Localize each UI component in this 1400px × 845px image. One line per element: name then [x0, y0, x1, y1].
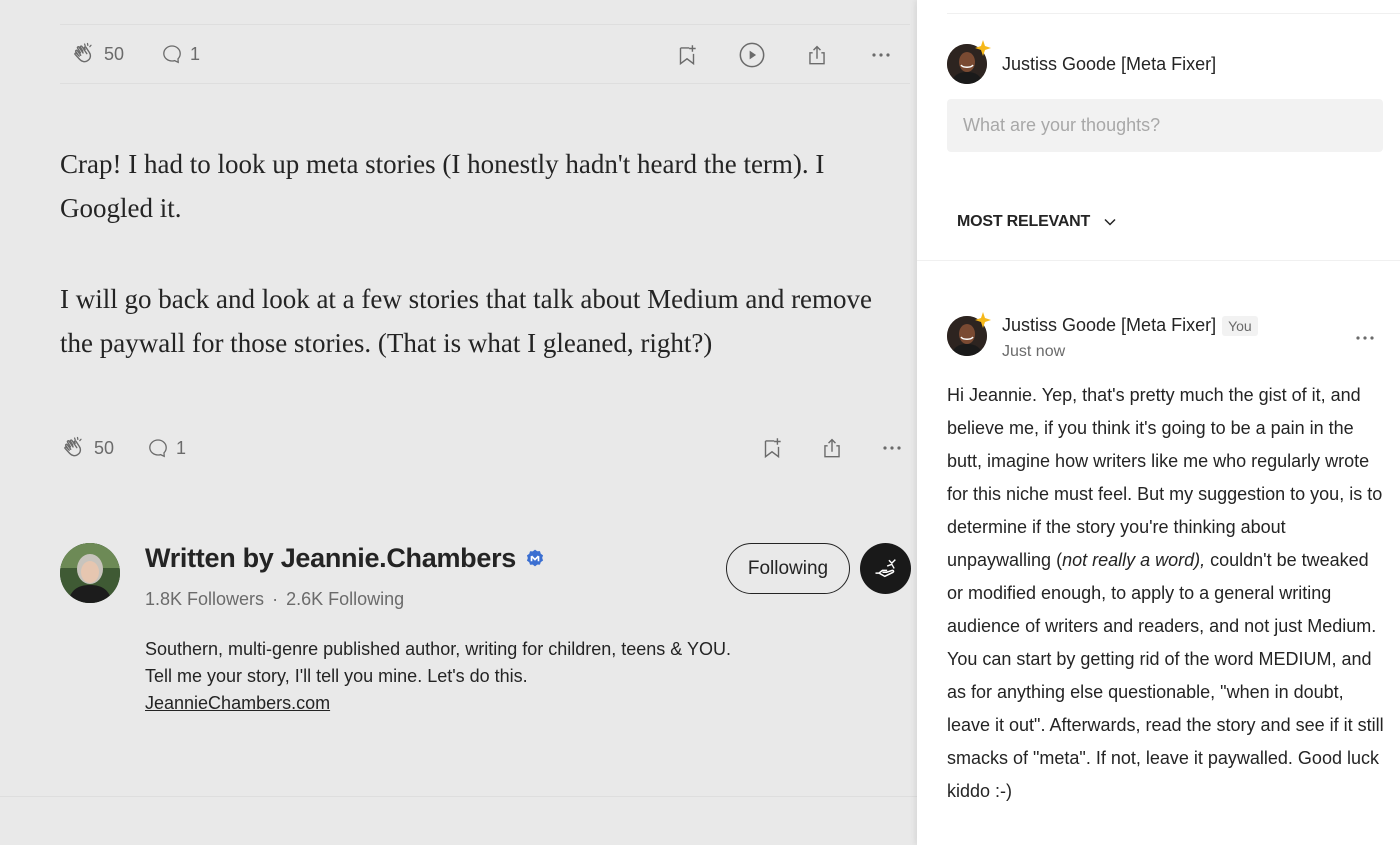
- responses-button[interactable]: 1: [160, 42, 200, 66]
- author-name[interactable]: Written by Jeannie.Chambers: [145, 543, 546, 574]
- article-paragraph: I will go back and look at a few stories…: [60, 284, 873, 358]
- chevron-down-icon: [1104, 218, 1116, 226]
- clap-button[interactable]: 50: [60, 434, 114, 462]
- top-action-bar: 50 1: [70, 40, 200, 68]
- response-count: 1: [176, 437, 187, 458]
- comment-icon: [149, 439, 167, 458]
- comment-author: Justiss Goode [Meta Fixer] You: [1002, 315, 1258, 337]
- clap-icon: [74, 42, 92, 63]
- comment-text-part: Hi Jeannie. Yep, that's pretty much the …: [947, 385, 1383, 570]
- bookmark-add-icon: [764, 438, 781, 459]
- sort-dropdown[interactable]: MOST RELEVANT: [957, 213, 1118, 231]
- comment-text-part: couldn't be tweaked or modified enough, …: [947, 550, 1384, 801]
- bookmark-add-icon: [679, 45, 696, 66]
- bookmark-button[interactable]: [672, 40, 702, 70]
- more-button[interactable]: [877, 433, 907, 463]
- clap-count: 50: [94, 437, 115, 458]
- share-icon: [809, 45, 825, 65]
- sparkle-icon: [975, 312, 991, 328]
- divider: [947, 13, 1400, 14]
- bookmark-button[interactable]: [757, 433, 787, 463]
- author-website-link[interactable]: JeannieChambers.com: [145, 693, 330, 713]
- comment-author-name[interactable]: Justiss Goode [Meta Fixer]: [1002, 315, 1216, 335]
- comment-body: Hi Jeannie. Yep, that's pretty much the …: [947, 379, 1387, 808]
- share-button[interactable]: [802, 40, 832, 70]
- you-badge: You: [1222, 316, 1258, 337]
- play-icon: [739, 42, 765, 68]
- comment-timestamp: Just now: [1002, 343, 1066, 360]
- user-avatar[interactable]: [947, 40, 991, 84]
- clap-count: 50: [104, 43, 125, 64]
- following-button[interactable]: Following: [726, 543, 850, 594]
- clap-button[interactable]: 50: [70, 40, 124, 68]
- listen-button[interactable]: [737, 40, 767, 70]
- response-input[interactable]: [947, 99, 1383, 152]
- share-icon: [824, 438, 840, 458]
- tip-button[interactable]: [860, 543, 911, 594]
- share-button[interactable]: [817, 433, 847, 463]
- stats-separator: ·: [272, 589, 279, 609]
- followers-count[interactable]: 1.8K Followers: [145, 589, 264, 610]
- author-name-text[interactable]: Written by Jeannie.Chambers: [145, 543, 516, 574]
- following-count[interactable]: 2.6K Following: [286, 589, 404, 610]
- article-pane: 50 1 Crap! I had to look up meta stories…: [0, 0, 917, 845]
- bottom-action-bar: 50 1: [60, 434, 186, 462]
- more-icon: [1356, 336, 1374, 340]
- responses-button[interactable]: 1: [146, 436, 186, 460]
- response-count: 1: [190, 43, 201, 64]
- comment-more-button[interactable]: [1350, 323, 1380, 353]
- more-icon: [883, 446, 901, 450]
- comment-icon: [163, 45, 181, 64]
- author-avatar[interactable]: [60, 543, 120, 603]
- sparkle-icon: [975, 40, 991, 56]
- verified-badge-icon: [526, 549, 544, 566]
- divider: [917, 260, 1400, 261]
- author-stats: 1.8K Followers · 2.6K Following: [145, 589, 404, 610]
- more-icon: [872, 53, 890, 57]
- more-button[interactable]: [866, 40, 896, 70]
- divider: [60, 24, 910, 25]
- sort-label: MOST RELEVANT: [957, 213, 1091, 230]
- clap-icon: [64, 436, 82, 457]
- current-user-name: Justiss Goode [Meta Fixer]: [1002, 54, 1217, 74]
- author-bio-text: Southern, multi-genre published author, …: [145, 639, 731, 686]
- author-portrait-image: [60, 543, 120, 603]
- tip-hand-icon: [875, 558, 896, 577]
- comment-text-italic: not really a word),: [1062, 550, 1206, 570]
- author-bio: Southern, multi-genre published author, …: [145, 636, 745, 717]
- comment-author-avatar[interactable]: [947, 312, 991, 356]
- divider: [60, 83, 910, 84]
- divider: [0, 796, 917, 797]
- article-paragraph: Crap! I had to look up meta stories (I h…: [60, 149, 825, 223]
